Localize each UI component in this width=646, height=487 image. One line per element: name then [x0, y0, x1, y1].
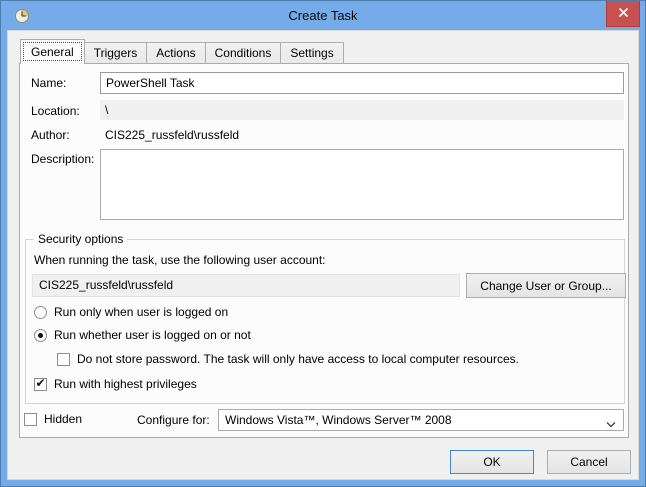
- tab-actions[interactable]: Actions: [146, 42, 205, 63]
- checkmark-icon: ✔: [35, 377, 45, 389]
- configure-for-label: Configure for:: [137, 413, 210, 427]
- chevron-down-icon: [606, 417, 616, 431]
- tab-general[interactable]: General: [20, 39, 85, 64]
- general-tab-panel: Name: Location: \ Author: CIS225_russfel…: [19, 63, 629, 438]
- author-label: Author:: [31, 128, 70, 142]
- tab-triggers-label: Triggers: [94, 46, 138, 60]
- tab-conditions[interactable]: Conditions: [205, 42, 282, 63]
- tab-general-label: General: [31, 45, 74, 59]
- dialog-body: General Triggers Actions Conditions Sett…: [7, 30, 639, 480]
- title-bar[interactable]: Create Task: [1, 1, 645, 30]
- radio-run-whether-logged-on[interactable]: Run whether user is logged on or not: [34, 328, 251, 342]
- hidden-label: Hidden: [44, 412, 82, 426]
- location-label: Location:: [31, 104, 80, 118]
- author-value: CIS225_russfeld\russfeld: [105, 128, 239, 142]
- tab-settings-label: Settings: [290, 46, 333, 60]
- checkbox-run-highest-privileges[interactable]: ✔ Run with highest privileges: [34, 377, 197, 391]
- tab-triggers[interactable]: Triggers: [84, 42, 148, 63]
- checkbox-do-not-store-password[interactable]: Do not store password. The task will onl…: [57, 352, 519, 366]
- do-not-store-password-label: Do not store password. The task will onl…: [77, 352, 519, 366]
- security-options-label: Security options: [34, 232, 127, 246]
- description-textarea[interactable]: [100, 149, 624, 220]
- account-prompt: When running the task, use the following…: [34, 253, 326, 267]
- cancel-button[interactable]: Cancel: [547, 450, 631, 474]
- name-input[interactable]: [100, 72, 624, 94]
- close-icon: [618, 7, 629, 21]
- checkbox-checked-icon: ✔: [34, 378, 47, 391]
- tab-actions-label: Actions: [156, 46, 195, 60]
- run-highest-privileges-label: Run with highest privileges: [54, 377, 197, 391]
- name-label: Name:: [31, 76, 66, 90]
- radio-button-selected-icon: [34, 329, 47, 342]
- checkbox-hidden[interactable]: Hidden: [24, 412, 82, 426]
- tab-conditions-label: Conditions: [215, 46, 272, 60]
- hidden-checkbox-icon: [24, 413, 37, 426]
- location-value: \: [100, 100, 624, 120]
- configure-for-value: Windows Vista™, Windows Server™ 2008: [225, 413, 452, 427]
- window-title: Create Task: [1, 8, 645, 23]
- create-task-dialog: Create Task General Triggers Actions Con…: [0, 0, 646, 487]
- user-account-field: CIS225_russfeld\russfeld: [32, 274, 460, 297]
- ok-button[interactable]: OK: [450, 450, 534, 474]
- tab-strip: General Triggers Actions Conditions Sett…: [20, 39, 344, 64]
- change-user-or-group-button[interactable]: Change User or Group...: [466, 273, 626, 298]
- radio-run-only-logged-on-label: Run only when user is logged on: [54, 305, 228, 319]
- security-options-group: Security options When running the task, …: [25, 239, 625, 404]
- checkbox-unchecked-icon: [57, 353, 70, 366]
- radio-button-icon: [34, 306, 47, 319]
- close-button[interactable]: [606, 1, 640, 27]
- radio-run-whether-logged-on-label: Run whether user is logged on or not: [54, 328, 251, 342]
- tab-settings[interactable]: Settings: [280, 42, 343, 63]
- radio-run-only-logged-on[interactable]: Run only when user is logged on: [34, 305, 228, 319]
- description-label: Description:: [31, 152, 94, 166]
- configure-for-dropdown[interactable]: Windows Vista™, Windows Server™ 2008: [218, 409, 624, 431]
